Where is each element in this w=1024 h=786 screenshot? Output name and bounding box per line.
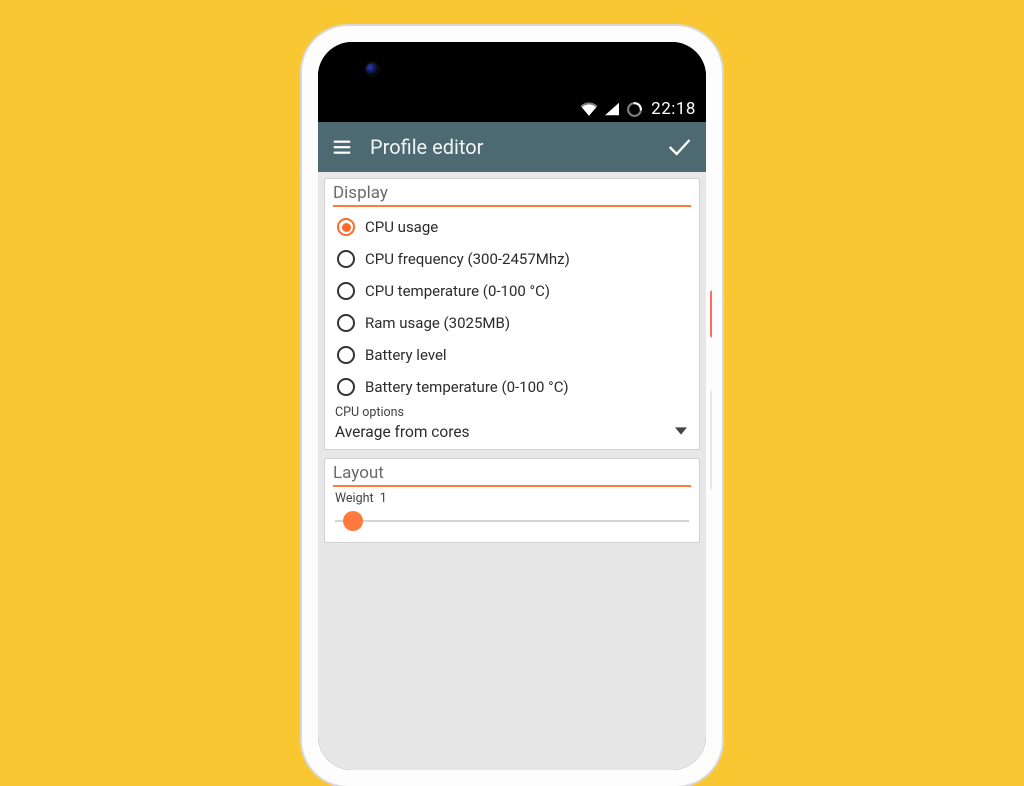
dropdown-arrow-icon (675, 422, 687, 441)
display-option-radio[interactable]: CPU usage (335, 211, 689, 243)
app-bar: Profile editor (318, 122, 706, 172)
display-option-radio[interactable]: Ram usage (3025MB) (335, 307, 689, 339)
power-button[interactable] (710, 290, 716, 338)
cell-signal-icon (604, 102, 620, 116)
display-header: Display (333, 183, 691, 207)
phone-frame: 22:18 Profile editor Display CPU usageCP (302, 26, 722, 786)
status-time: 22:18 (651, 99, 696, 119)
cpu-options-label: CPU options (335, 405, 689, 420)
display-option-radio[interactable]: Battery level (335, 339, 689, 371)
wifi-icon (580, 102, 598, 116)
slider-thumb[interactable] (343, 511, 363, 531)
hamburger-icon (331, 136, 353, 158)
radio-label: CPU usage (365, 218, 438, 236)
radio-label: CPU frequency (300-2457Mhz) (365, 250, 570, 268)
radio-label: Ram usage (3025MB) (365, 314, 510, 332)
display-option-radio[interactable]: Battery temperature (0-100 °C) (335, 371, 689, 403)
display-option-radio[interactable]: CPU frequency (300-2457Mhz) (335, 243, 689, 275)
radio-label: Battery level (365, 346, 447, 364)
radio-icon (337, 218, 355, 236)
front-camera (366, 63, 378, 75)
check-icon (665, 133, 693, 161)
radio-icon (337, 282, 355, 300)
layout-header: Layout (333, 463, 691, 487)
display-card: Display CPU usage CPU frequency (300-2457… (324, 178, 700, 450)
layout-card: Layout Weight 1 (324, 458, 700, 543)
phone-bezel-top (318, 42, 706, 96)
radio-label: Battery temperature (0-100 °C) (365, 378, 569, 396)
radio-label: CPU temperature (0-100 °C) (365, 282, 550, 300)
screen-body: Display CPU usage CPU frequency (300-2457… (318, 172, 706, 770)
cpu-options-dropdown[interactable]: Average from cores (335, 420, 689, 441)
menu-button[interactable] (330, 135, 354, 159)
volume-button[interactable] (710, 390, 716, 490)
loading-spinner-icon (626, 101, 643, 118)
weight-slider[interactable] (335, 508, 689, 534)
slider-track (335, 520, 689, 522)
display-option-radio[interactable]: CPU temperature (0-100 °C) (335, 275, 689, 307)
phone-screen: 22:18 Profile editor Display CPU usageCP (318, 42, 706, 770)
weight-label: Weight 1 (335, 491, 689, 506)
radio-icon (337, 346, 355, 364)
app-bar-title: Profile editor (370, 135, 648, 159)
radio-icon (337, 314, 355, 332)
radio-icon (337, 378, 355, 396)
status-bar: 22:18 (318, 96, 706, 122)
cpu-options-value: Average from cores (335, 423, 470, 441)
radio-icon (337, 250, 355, 268)
confirm-button[interactable] (664, 132, 694, 162)
